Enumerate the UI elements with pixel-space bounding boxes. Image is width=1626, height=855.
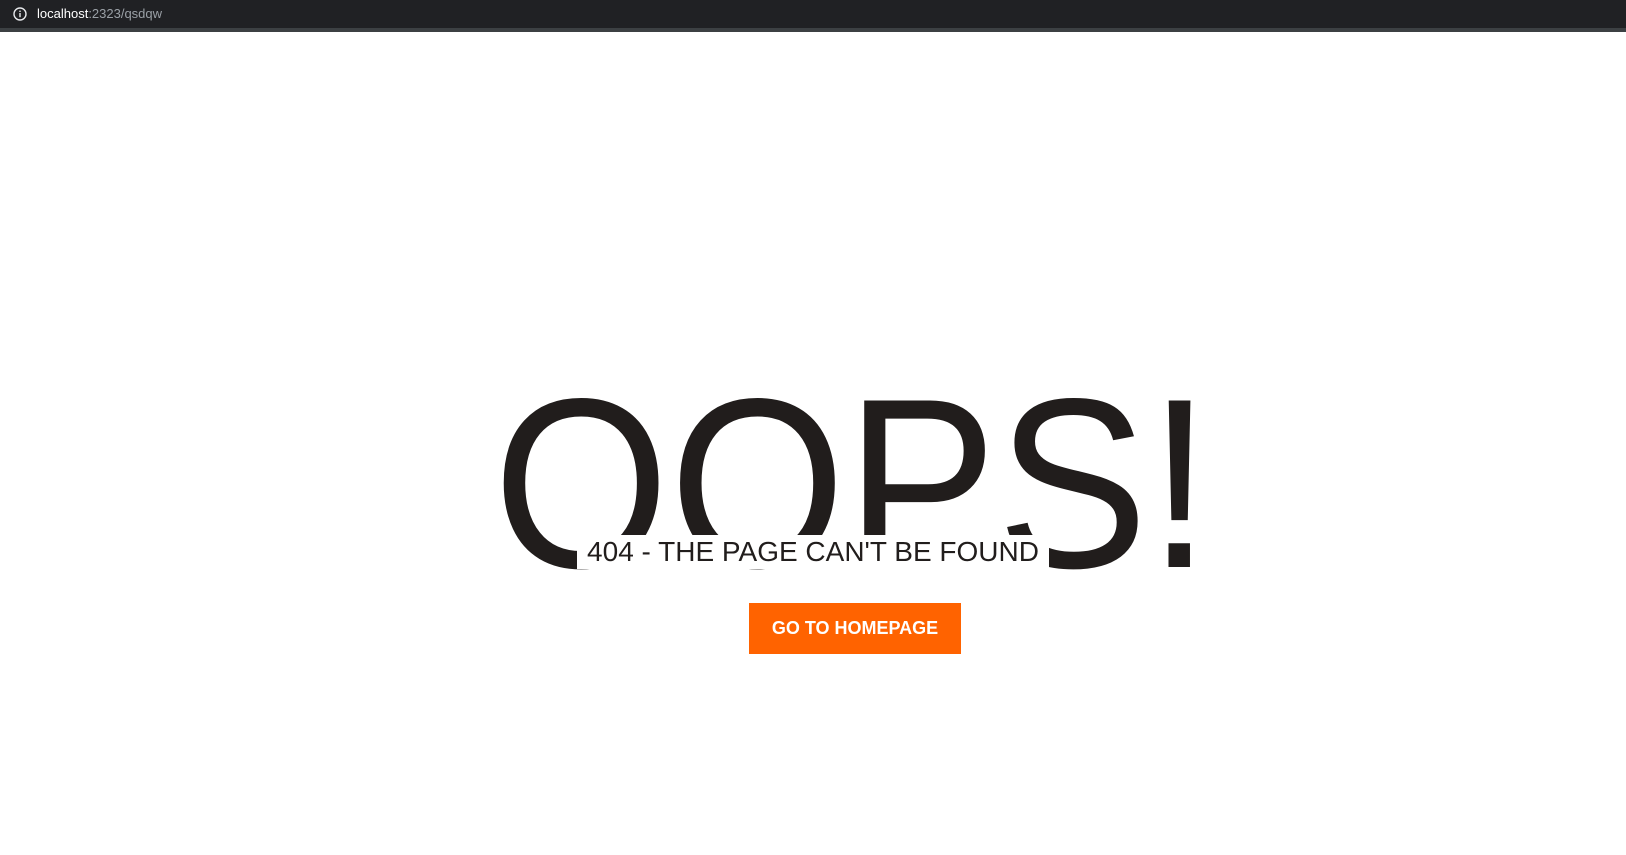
- go-to-homepage-button[interactable]: GO TO HOMEPAGE: [749, 603, 961, 654]
- error-subtitle-text: 404 - THE PAGE CAN'T BE FOUND: [577, 535, 1049, 569]
- info-icon[interactable]: [13, 7, 27, 21]
- url-field[interactable]: localhost:2323/qsdqw: [37, 6, 162, 22]
- error-subtitle: 404 - THE PAGE CAN'T BE FOUND: [0, 535, 1626, 569]
- url-path: :2323/qsdqw: [88, 6, 163, 21]
- browser-address-bar: localhost:2323/qsdqw: [0, 0, 1626, 28]
- url-host: localhost: [37, 6, 89, 21]
